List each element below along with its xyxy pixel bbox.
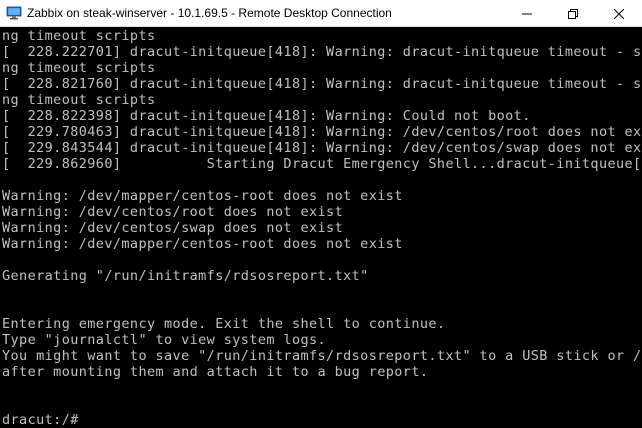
terminal-line: ng timeout scripts — [2, 60, 156, 76]
terminal-line: Warning: /dev/mapper/centos-root does no… — [2, 236, 403, 252]
minimize-icon — [522, 13, 532, 14]
terminal-line: [ 228.822398] dracut-initqueue[418]: War… — [2, 108, 531, 124]
terminal-line: Entering emergency mode. Exit the shell … — [2, 316, 446, 332]
terminal-console[interactable]: ng timeout scripts[ 228.222701] dracut-i… — [0, 28, 642, 428]
maximize-icon — [568, 8, 578, 19]
terminal-line: [ 228.222701] dracut-initqueue[418]: War… — [2, 44, 642, 60]
terminal-line: [ 229.862960] Starting Dracut Emergency … — [2, 156, 642, 172]
terminal-line: ng timeout scripts — [2, 28, 156, 44]
close-button[interactable] — [596, 0, 642, 27]
terminal-line: dracut:/# — [2, 412, 79, 428]
remote-desktop-icon — [6, 6, 22, 20]
close-icon — [614, 8, 624, 19]
terminal-line: Warning: /dev/centos/swap does not exist — [2, 220, 344, 236]
title-bar[interactable]: Zabbix on steak-winserver - 10.1.69.5 - … — [0, 0, 642, 27]
minimize-button[interactable] — [504, 0, 550, 27]
window-title: Zabbix on steak-winserver - 10.1.69.5 - … — [27, 6, 392, 20]
terminal-line: Type "journalctl" to view system logs. — [2, 332, 327, 348]
terminal-line: [ 228.821760] dracut-initqueue[418]: War… — [2, 76, 642, 92]
terminal-line: Warning: /dev/mapper/centos-root does no… — [2, 188, 403, 204]
remote-desktop-window: Zabbix on steak-winserver - 10.1.69.5 - … — [0, 0, 642, 428]
terminal-line: Warning: /dev/centos/root does not exist — [2, 204, 344, 220]
terminal-line: Generating "/run/initramfs/rdsosreport.t… — [2, 268, 369, 284]
terminal-line: You might want to save "/run/initramfs/r… — [2, 348, 642, 364]
maximize-button[interactable] — [550, 0, 596, 27]
terminal-line: ng timeout scripts — [2, 92, 156, 108]
terminal-line: after mounting them and attach it to a b… — [2, 364, 429, 380]
terminal-line: [ 229.780463] dracut-initqueue[418]: War… — [2, 124, 642, 140]
terminal-line: [ 229.843544] dracut-initqueue[418]: War… — [2, 140, 642, 156]
